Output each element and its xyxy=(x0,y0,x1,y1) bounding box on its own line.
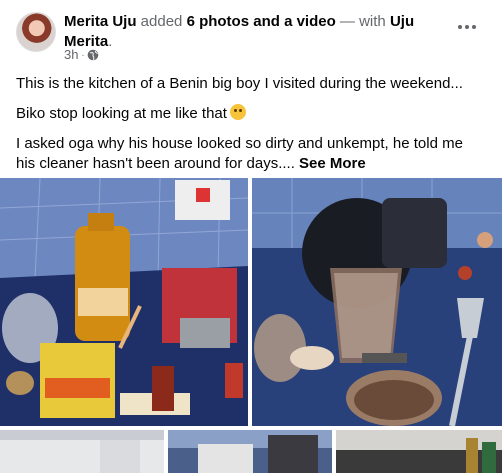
post-text-line: Biko stop looking at me like that xyxy=(16,104,486,124)
post-time[interactable]: 3h xyxy=(64,48,78,62)
post-header: Merita Uju added 6 photos and a video — … xyxy=(0,0,502,66)
post-text-line-3: I asked oga why his house looked so dirt… xyxy=(16,135,463,172)
meta-separator: · xyxy=(81,50,85,60)
photo-bottom-2[interactable] xyxy=(168,430,332,473)
photo-bottom-1[interactable] xyxy=(0,430,164,473)
photo-blender-kettle[interactable] xyxy=(252,178,502,426)
post-text-line-2: Biko stop looking at me like that xyxy=(16,105,227,122)
post-meta: 3h · xyxy=(64,48,99,62)
photo-bottom-3[interactable] xyxy=(336,430,502,473)
globe-icon[interactable] xyxy=(87,49,99,61)
post-card: Merita Uju added 6 photos and a video — … xyxy=(0,0,502,473)
post-text-line-1: This is the kitchen of a Benin big boy I… xyxy=(16,75,463,92)
post-text-line: This is the kitchen of a Benin big boy I… xyxy=(16,74,486,94)
author-line: Merita Uju added 6 photos and a video — … xyxy=(64,12,444,52)
post-text: This is the kitchen of a Benin big boy I… xyxy=(16,74,486,174)
author-avatar[interactable] xyxy=(16,12,56,52)
action-with: — with xyxy=(335,13,390,30)
action-added: added xyxy=(136,13,187,30)
photo-counter-groceries[interactable] xyxy=(0,178,248,426)
more-options-icon[interactable] xyxy=(456,22,478,32)
flushed-face-emoji xyxy=(229,104,246,120)
author-name[interactable]: Merita Uju xyxy=(64,13,137,30)
media-summary-link[interactable]: 6 photos and a video xyxy=(187,13,336,30)
author-line-period: . xyxy=(108,33,113,50)
post-text-line: I asked oga why his house looked so dirt… xyxy=(16,134,486,174)
see-more-link[interactable]: See More xyxy=(299,155,366,172)
